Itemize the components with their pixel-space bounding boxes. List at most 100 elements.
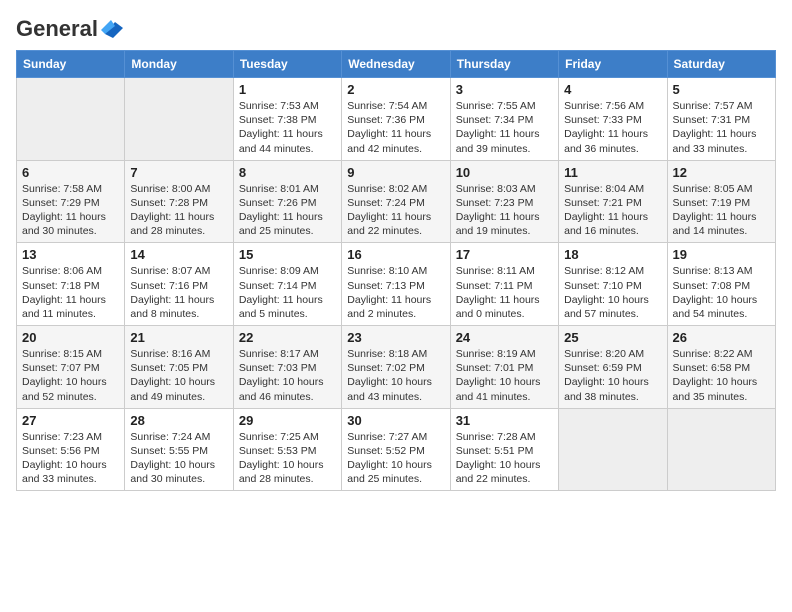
day-info: Sunrise: 8:06 AM Sunset: 7:18 PM Dayligh… — [22, 264, 119, 321]
calendar-cell: 24Sunrise: 8:19 AM Sunset: 7:01 PM Dayli… — [450, 326, 558, 409]
calendar-cell: 11 Sunrise: 8:04 AM Sunset: 7:21 PM Dayli… — [559, 160, 667, 243]
day-info: Sunrise: 7:27 AM Sunset: 5:52 PM Dayligh… — [347, 430, 444, 487]
weekday-header-thursday: Thursday — [450, 51, 558, 78]
calendar-cell — [559, 408, 667, 491]
day-info: Sunrise: 8:04 AM Sunset: 7:21 PM Dayligh… — [564, 182, 661, 239]
calendar-cell: 15 Sunrise: 8:09 AM Sunset: 7:14 PM Dayli… — [233, 243, 341, 326]
day-number: 29 — [239, 413, 336, 428]
calendar-cell: 6 Sunrise: 7:58 AM Sunset: 7:29 PM Daylig… — [17, 160, 125, 243]
calendar-cell: 13Sunrise: 8:06 AM Sunset: 7:18 PM Dayli… — [17, 243, 125, 326]
logo: General — [16, 16, 123, 38]
day-number: 31 — [456, 413, 553, 428]
day-number: 16 — [347, 247, 444, 262]
day-number: 17 — [456, 247, 553, 262]
day-number: 21 — [130, 330, 227, 345]
day-number: 14 — [130, 247, 227, 262]
day-number: 10 — [456, 165, 553, 180]
day-info: Sunrise: 8:05 AM Sunset: 7:19 PM Dayligh… — [673, 182, 770, 239]
calendar-cell: 14 Sunrise: 8:07 AM Sunset: 7:16 PM Dayli… — [125, 243, 233, 326]
day-number: 11 — [564, 165, 661, 180]
calendar-cell: 25Sunrise: 8:20 AM Sunset: 6:59 PM Dayli… — [559, 326, 667, 409]
day-number: 8 — [239, 165, 336, 180]
day-info: Sunrise: 8:15 AM Sunset: 7:07 PM Dayligh… — [22, 347, 119, 404]
calendar-header-row: SundayMondayTuesdayWednesdayThursdayFrid… — [17, 51, 776, 78]
day-info: Sunrise: 8:22 AM Sunset: 6:58 PM Dayligh… — [673, 347, 770, 404]
weekday-header-saturday: Saturday — [667, 51, 775, 78]
day-number: 30 — [347, 413, 444, 428]
calendar-cell: 26 Sunrise: 8:22 AM Sunset: 6:58 PM Dayli… — [667, 326, 775, 409]
logo-general-text: General — [16, 16, 98, 42]
calendar-cell: 21 Sunrise: 8:16 AM Sunset: 7:05 PM Dayli… — [125, 326, 233, 409]
calendar-cell: 16 Sunrise: 8:10 AM Sunset: 7:13 PM Dayli… — [342, 243, 450, 326]
calendar-cell: 9 Sunrise: 8:02 AM Sunset: 7:24 PM Daylig… — [342, 160, 450, 243]
calendar-cell — [17, 78, 125, 161]
day-number: 5 — [673, 82, 770, 97]
day-info: Sunrise: 8:09 AM Sunset: 7:14 PM Dayligh… — [239, 264, 336, 321]
day-info: Sunrise: 8:17 AM Sunset: 7:03 PM Dayligh… — [239, 347, 336, 404]
weekday-header-monday: Monday — [125, 51, 233, 78]
day-number: 9 — [347, 165, 444, 180]
day-info: Sunrise: 8:12 AM Sunset: 7:10 PM Dayligh… — [564, 264, 661, 321]
calendar-cell: 17 Sunrise: 8:11 AM Sunset: 7:11 PM Dayli… — [450, 243, 558, 326]
calendar-cell: 7 Sunrise: 8:00 AM Sunset: 7:28 PM Daylig… — [125, 160, 233, 243]
calendar-week-3: 13Sunrise: 8:06 AM Sunset: 7:18 PM Dayli… — [17, 243, 776, 326]
day-number: 7 — [130, 165, 227, 180]
weekday-header-sunday: Sunday — [17, 51, 125, 78]
day-info: Sunrise: 8:13 AM Sunset: 7:08 PM Dayligh… — [673, 264, 770, 321]
day-number: 12 — [673, 165, 770, 180]
day-info: Sunrise: 7:23 AM Sunset: 5:56 PM Dayligh… — [22, 430, 119, 487]
calendar-cell — [125, 78, 233, 161]
day-info: Sunrise: 7:28 AM Sunset: 5:51 PM Dayligh… — [456, 430, 553, 487]
calendar-cell: 10 Sunrise: 8:03 AM Sunset: 7:23 PM Dayli… — [450, 160, 558, 243]
day-info: Sunrise: 8:18 AM Sunset: 7:02 PM Dayligh… — [347, 347, 444, 404]
calendar-week-2: 6 Sunrise: 7:58 AM Sunset: 7:29 PM Daylig… — [17, 160, 776, 243]
day-info: Sunrise: 7:57 AM Sunset: 7:31 PM Dayligh… — [673, 99, 770, 156]
day-info: Sunrise: 7:54 AM Sunset: 7:36 PM Dayligh… — [347, 99, 444, 156]
calendar-body: 1 Sunrise: 7:53 AM Sunset: 7:38 PM Daylig… — [17, 78, 776, 491]
calendar-cell: 5 Sunrise: 7:57 AM Sunset: 7:31 PM Daylig… — [667, 78, 775, 161]
day-number: 27 — [22, 413, 119, 428]
calendar-cell: 28Sunrise: 7:24 AM Sunset: 5:55 PM Dayli… — [125, 408, 233, 491]
day-info: Sunrise: 8:10 AM Sunset: 7:13 PM Dayligh… — [347, 264, 444, 321]
logo-bird-icon — [101, 20, 123, 38]
day-number: 26 — [673, 330, 770, 345]
calendar-cell: 31 Sunrise: 7:28 AM Sunset: 5:51 PM Dayli… — [450, 408, 558, 491]
day-number: 6 — [22, 165, 119, 180]
day-info: Sunrise: 8:11 AM Sunset: 7:11 PM Dayligh… — [456, 264, 553, 321]
day-info: Sunrise: 7:24 AM Sunset: 5:55 PM Dayligh… — [130, 430, 227, 487]
weekday-header-wednesday: Wednesday — [342, 51, 450, 78]
calendar-cell — [667, 408, 775, 491]
day-number: 19 — [673, 247, 770, 262]
day-number: 22 — [239, 330, 336, 345]
page-header: General — [16, 16, 776, 38]
day-info: Sunrise: 8:00 AM Sunset: 7:28 PM Dayligh… — [130, 182, 227, 239]
calendar-cell: 19 Sunrise: 8:13 AM Sunset: 7:08 PM Dayli… — [667, 243, 775, 326]
day-number: 4 — [564, 82, 661, 97]
day-info: Sunrise: 7:25 AM Sunset: 5:53 PM Dayligh… — [239, 430, 336, 487]
day-info: Sunrise: 8:07 AM Sunset: 7:16 PM Dayligh… — [130, 264, 227, 321]
calendar-table: SundayMondayTuesdayWednesdayThursdayFrid… — [16, 50, 776, 491]
day-number: 2 — [347, 82, 444, 97]
day-info: Sunrise: 8:01 AM Sunset: 7:26 PM Dayligh… — [239, 182, 336, 239]
calendar-cell: 22 Sunrise: 8:17 AM Sunset: 7:03 PM Dayli… — [233, 326, 341, 409]
calendar-cell: 12 Sunrise: 8:05 AM Sunset: 7:19 PM Dayli… — [667, 160, 775, 243]
calendar-cell: 18 Sunrise: 8:12 AM Sunset: 7:10 PM Dayli… — [559, 243, 667, 326]
day-number: 1 — [239, 82, 336, 97]
weekday-header-friday: Friday — [559, 51, 667, 78]
day-info: Sunrise: 8:02 AM Sunset: 7:24 PM Dayligh… — [347, 182, 444, 239]
day-info: Sunrise: 8:16 AM Sunset: 7:05 PM Dayligh… — [130, 347, 227, 404]
calendar-week-4: 20 Sunrise: 8:15 AM Sunset: 7:07 PM Dayli… — [17, 326, 776, 409]
day-number: 18 — [564, 247, 661, 262]
day-info: Sunrise: 7:58 AM Sunset: 7:29 PM Dayligh… — [22, 182, 119, 239]
day-number: 23 — [347, 330, 444, 345]
day-info: Sunrise: 8:03 AM Sunset: 7:23 PM Dayligh… — [456, 182, 553, 239]
calendar-cell: 30 Sunrise: 7:27 AM Sunset: 5:52 PM Dayli… — [342, 408, 450, 491]
day-number: 20 — [22, 330, 119, 345]
calendar-cell: 8 Sunrise: 8:01 AM Sunset: 7:26 PM Daylig… — [233, 160, 341, 243]
weekday-header-tuesday: Tuesday — [233, 51, 341, 78]
day-info: Sunrise: 8:19 AM Sunset: 7:01 PM Dayligh… — [456, 347, 553, 404]
day-info: Sunrise: 7:53 AM Sunset: 7:38 PM Dayligh… — [239, 99, 336, 156]
calendar-cell: 1 Sunrise: 7:53 AM Sunset: 7:38 PM Daylig… — [233, 78, 341, 161]
calendar-cell: 4Sunrise: 7:56 AM Sunset: 7:33 PM Daylig… — [559, 78, 667, 161]
day-number: 15 — [239, 247, 336, 262]
